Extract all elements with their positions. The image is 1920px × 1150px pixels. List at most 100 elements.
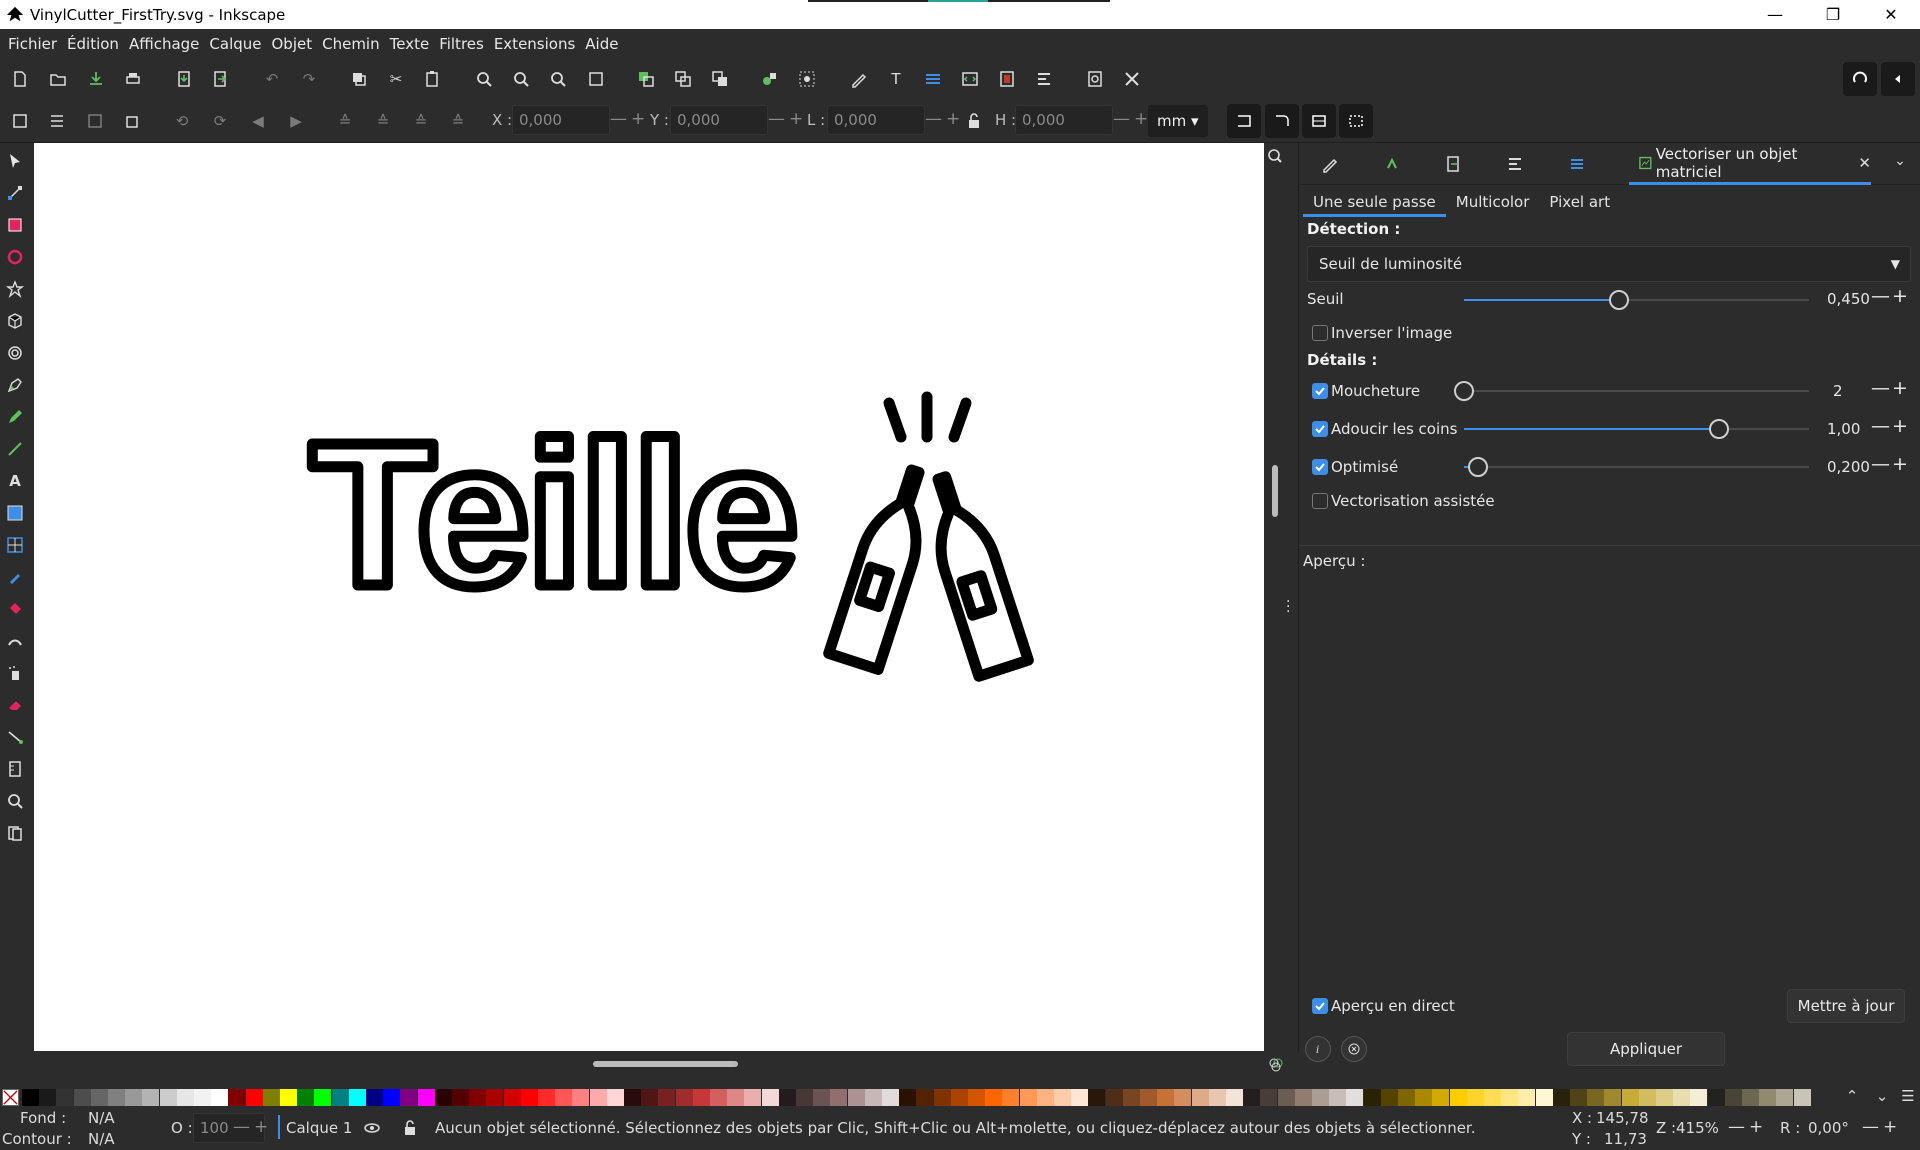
color-swatch[interactable] — [176, 1089, 194, 1106]
zoom-stepper[interactable]: —+ — [1728, 1113, 1767, 1143]
color-swatch[interactable] — [1105, 1089, 1123, 1106]
menu-objet[interactable]: Objet — [268, 35, 319, 53]
width-field[interactable]: 0,000 — [827, 105, 925, 135]
cheers-bottles-graphic[interactable] — [823, 391, 1034, 682]
color-swatch[interactable] — [125, 1089, 143, 1106]
color-swatch[interactable] — [813, 1089, 831, 1106]
color-swatch[interactable] — [1157, 1089, 1175, 1106]
new-document-icon[interactable] — [8, 67, 32, 91]
color-swatch[interactable] — [1466, 1089, 1484, 1106]
color-swatch[interactable] — [968, 1089, 985, 1106]
color-swatch[interactable] — [882, 1089, 899, 1106]
lock-layer-icon[interactable] — [398, 1116, 422, 1140]
color-swatch[interactable] — [469, 1089, 487, 1106]
color-swatch[interactable] — [1363, 1089, 1381, 1106]
xml-editor-icon[interactable] — [958, 67, 982, 91]
close-tab-icon[interactable]: ✕ — [1858, 154, 1871, 172]
spiral-tool-icon[interactable] — [3, 341, 27, 365]
palette-scroll-up-icon[interactable]: ⌃ — [1840, 1084, 1864, 1108]
color-swatch[interactable] — [1621, 1089, 1639, 1106]
color-swatch[interactable] — [228, 1089, 246, 1106]
group-icon[interactable] — [758, 67, 782, 91]
scale-stroke-button[interactable] — [1227, 104, 1261, 138]
color-swatch[interactable] — [1656, 1089, 1673, 1106]
color-swatch[interactable] — [1036, 1089, 1054, 1106]
fill-value[interactable]: N/A — [88, 1109, 115, 1127]
color-swatch[interactable] — [830, 1089, 848, 1106]
color-swatch[interactable] — [520, 1089, 538, 1106]
select-all-icon[interactable] — [8, 109, 32, 133]
deselect-icon[interactable] — [83, 109, 107, 133]
color-swatch[interactable] — [1071, 1089, 1089, 1106]
palette-menu-icon[interactable]: ☰ — [1896, 1084, 1920, 1108]
color-swatch[interactable] — [796, 1089, 813, 1106]
undo-icon[interactable]: ↶ — [260, 67, 284, 91]
document-properties-icon[interactable] — [995, 67, 1019, 91]
box3d-tool-icon[interactable] — [3, 309, 27, 333]
live-preview-checkbox[interactable] — [1312, 998, 1328, 1014]
color-swatch[interactable] — [933, 1089, 951, 1106]
detection-mode-select[interactable]: Seuil de luminosité ▼ — [1307, 246, 1911, 282]
color-swatch[interactable] — [675, 1089, 693, 1106]
color-swatch[interactable] — [1002, 1089, 1020, 1106]
color-swatch[interactable] — [1329, 1089, 1347, 1106]
menu-extensions[interactable]: Extensions — [490, 35, 581, 53]
color-swatch[interactable] — [1793, 1089, 1811, 1106]
color-swatch[interactable] — [262, 1089, 280, 1106]
color-swatch[interactable] — [1398, 1089, 1415, 1106]
speckles-checkbox[interactable] — [1312, 383, 1328, 399]
panel-resize-handle[interactable]: · · · — [1286, 595, 1290, 619]
color-swatch[interactable] — [624, 1089, 641, 1106]
lower-icon[interactable]: ≙ — [409, 109, 433, 133]
dropper-tool-icon[interactable] — [3, 565, 27, 589]
canvas-area[interactable]: Teille — [30, 143, 1268, 1051]
raise-icon[interactable]: ≙ — [371, 109, 395, 133]
color-swatch[interactable] — [280, 1089, 297, 1106]
pencil-tool-icon[interactable] — [3, 405, 27, 429]
close-window-button[interactable]: ✕ — [1862, 0, 1920, 29]
color-swatch[interactable] — [503, 1089, 521, 1106]
width-stepper[interactable]: —+ — [925, 105, 964, 135]
color-swatch[interactable] — [744, 1089, 762, 1106]
drawing-canvas[interactable]: Teille — [34, 143, 1264, 1051]
node-tool-icon[interactable] — [3, 181, 27, 205]
flip-vertical-icon[interactable]: ▶ — [284, 109, 308, 133]
color-swatch[interactable] — [297, 1089, 315, 1106]
zoom-correction-icon[interactable] — [1267, 148, 1283, 164]
color-swatch[interactable] — [1415, 1089, 1433, 1106]
eye-visibility-icon[interactable] — [360, 1116, 384, 1140]
color-swatch[interactable] — [1346, 1089, 1364, 1106]
color-swatch[interactable] — [1570, 1089, 1587, 1106]
color-swatch[interactable] — [606, 1089, 624, 1106]
color-swatch[interactable] — [383, 1089, 401, 1106]
color-swatch[interactable] — [778, 1089, 796, 1106]
scale-radius-button[interactable] — [1265, 104, 1299, 138]
color-swatch[interactable] — [1312, 1089, 1329, 1106]
color-swatch[interactable] — [1535, 1089, 1553, 1106]
speckles-slider[interactable] — [1454, 381, 1809, 401]
vertical-scrollbar[interactable] — [1272, 465, 1278, 517]
color-swatch[interactable] — [1140, 1089, 1157, 1106]
teille-outlined-text[interactable]: Teille — [305, 395, 805, 635]
align-tab-icon[interactable] — [1504, 153, 1526, 175]
no-paint-swatch[interactable] — [2, 1089, 19, 1106]
tab-single-scan[interactable]: Une seule passe — [1303, 189, 1446, 217]
color-swatch[interactable] — [985, 1089, 1003, 1106]
color-swatch[interactable] — [348, 1089, 366, 1106]
color-swatch[interactable] — [1054, 1089, 1071, 1106]
color-swatch[interactable] — [1174, 1089, 1192, 1106]
x-field[interactable]: 0,000 — [512, 105, 610, 135]
color-swatch[interactable] — [1707, 1089, 1725, 1106]
assisted-trace-checkbox[interactable] — [1312, 493, 1328, 509]
pages-tool-icon[interactable] — [3, 821, 27, 845]
color-swatch[interactable] — [331, 1089, 349, 1106]
color-swatch[interactable] — [1742, 1089, 1759, 1106]
info-button[interactable]: i — [1305, 1036, 1331, 1062]
star-tool-icon[interactable] — [3, 277, 27, 301]
tweak-tool-icon[interactable] — [3, 629, 27, 653]
invert-image-checkbox[interactable] — [1312, 325, 1328, 341]
current-layer[interactable]: Calque 1 — [286, 1119, 352, 1137]
rotation-stepper[interactable]: —+ — [1862, 1113, 1901, 1143]
horizontal-scrollbar[interactable] — [593, 1061, 738, 1067]
threshold-value[interactable]: 0,450 — [1827, 284, 1873, 314]
